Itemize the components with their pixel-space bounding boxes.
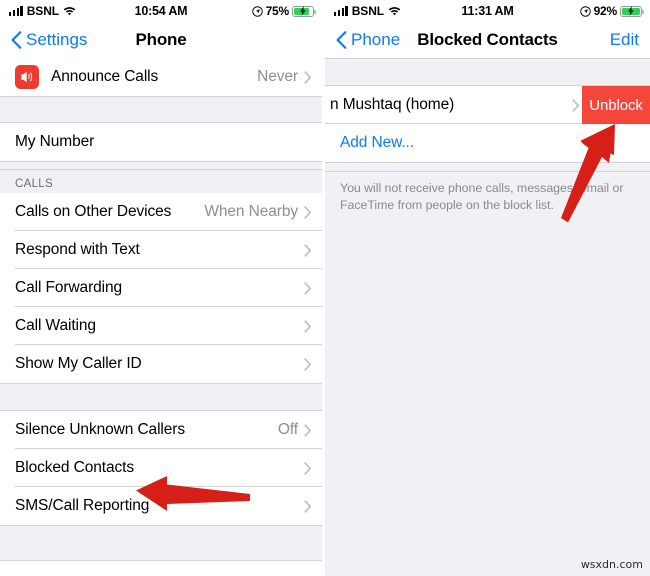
blocked-contact-name: n Mushtaq (home)	[330, 96, 455, 113]
row-value-announce-calls: Never	[257, 68, 298, 85]
chevron-left-icon	[11, 31, 22, 49]
chevron-right-icon	[304, 461, 312, 475]
row-label-silence-unknown-callers: Silence Unknown Callers	[15, 421, 186, 438]
section-header-calls: CALLS	[0, 170, 322, 193]
row-value-calls-on-other-devices: When Nearby	[204, 203, 298, 220]
back-button-label: Settings	[26, 30, 88, 49]
row-add-new[interactable]: Add New...	[325, 124, 650, 162]
unblock-button[interactable]: Unblock	[582, 86, 650, 124]
right-phone-screen: BSNL 11:31 AM 92% Phone Blocked Contacts…	[325, 0, 650, 576]
back-button-phone[interactable]: Phone	[336, 30, 400, 50]
chevron-right-icon	[304, 499, 312, 513]
row-value-silence-unknown-callers: Off	[277, 421, 298, 438]
row-label-announce-calls: Announce Calls	[51, 68, 159, 85]
section-gap-bottom	[0, 525, 322, 561]
row-label-calls-on-other-devices: Calls on Other Devices	[15, 203, 172, 220]
row-sms-call-reporting[interactable]: SMS/Call Reporting	[0, 487, 322, 525]
chevron-right-icon	[304, 70, 312, 84]
watermark: wsxdn.com	[580, 558, 643, 571]
calls-group: Calls on Other Devices When Nearby Respo…	[0, 193, 322, 383]
nav-bar-left: Settings Phone	[0, 22, 322, 58]
status-bar-right-group: 75%	[251, 4, 316, 18]
row-label-call-waiting: Call Waiting	[15, 317, 96, 334]
row-label-my-number: My Number	[15, 133, 95, 150]
status-bar-left: BSNL 10:54 AM 75%	[0, 0, 322, 22]
row-label-blocked-contacts: Blocked Contacts	[15, 459, 135, 476]
row-blocked-contacts[interactable]: Blocked Contacts	[0, 449, 322, 487]
row-label-sms-call-reporting: SMS/Call Reporting	[15, 497, 150, 514]
chevron-right-icon	[304, 205, 312, 219]
footer-area: You will not receive phone calls, messag…	[325, 172, 650, 576]
chevron-right-icon	[304, 281, 312, 295]
row-call-forwarding[interactable]: Call Forwarding	[0, 269, 322, 307]
left-phone-screen: BSNL 10:54 AM 75% Settings Phone Announc…	[0, 0, 322, 576]
blocked-contacts-group: n Mushtaq (home) Unblock Add New...	[325, 86, 650, 162]
bottom-group: Silence Unknown Callers Off Blocked Cont…	[0, 411, 322, 525]
status-bar-right-group: 92%	[579, 4, 644, 18]
row-silence-unknown-callers[interactable]: Silence Unknown Callers Off	[0, 411, 322, 449]
blocked-contacts-footer-note: You will not receive phone calls, messag…	[340, 181, 624, 212]
location-arrow-icon	[251, 5, 263, 17]
chevron-right-icon	[572, 98, 580, 112]
row-respond-with-text[interactable]: Respond with Text	[0, 231, 322, 269]
my-number-group: My Number	[0, 123, 322, 161]
speaker-waves-icon	[15, 65, 39, 89]
chevron-right-icon	[304, 357, 312, 371]
panel-divider	[322, 0, 325, 576]
chevron-right-icon	[304, 319, 312, 333]
row-announce-calls[interactable]: Announce Calls Never	[0, 58, 322, 96]
section-gap-3	[0, 383, 322, 411]
battery-percent-label: 75%	[265, 4, 290, 18]
battery-percent-label: 92%	[593, 4, 618, 18]
blocked-contact-content[interactable]: n Mushtaq (home)	[325, 86, 580, 124]
back-button-label: Phone	[351, 30, 401, 49]
row-label-respond-with-text: Respond with Text	[15, 241, 140, 258]
location-arrow-icon	[579, 5, 591, 17]
status-bar-right: BSNL 11:31 AM 92%	[325, 0, 650, 22]
row-call-waiting[interactable]: Call Waiting	[0, 307, 322, 345]
row-label-call-forwarding: Call Forwarding	[15, 279, 123, 296]
announce-calls-group: Announce Calls Never	[0, 58, 322, 96]
row-my-number[interactable]: My Number	[0, 123, 322, 161]
edit-button[interactable]: Edit	[610, 30, 639, 50]
nav-bar-right: Phone Blocked Contacts Edit	[325, 22, 650, 58]
section-gap-1	[0, 96, 322, 123]
chevron-right-icon	[304, 243, 312, 257]
screenshot-root: BSNL 10:54 AM 75% Settings Phone Announc…	[0, 0, 650, 576]
row-show-my-caller-id[interactable]: Show My Caller ID	[0, 345, 322, 383]
section-gap-right-top	[325, 58, 650, 86]
battery-charging-icon	[292, 5, 316, 17]
chevron-left-icon	[336, 31, 347, 49]
row-calls-on-other-devices[interactable]: Calls on Other Devices When Nearby	[0, 193, 322, 231]
back-button-settings[interactable]: Settings	[11, 30, 87, 50]
row-label-add-new: Add New...	[340, 134, 414, 151]
section-gap-right-mid	[325, 162, 650, 172]
battery-charging-icon	[620, 5, 644, 17]
chevron-right-icon	[304, 423, 312, 437]
row-blocked-contact[interactable]: n Mushtaq (home) Unblock	[325, 86, 650, 124]
row-label-show-my-caller-id: Show My Caller ID	[15, 355, 142, 372]
section-gap-2	[0, 161, 322, 170]
